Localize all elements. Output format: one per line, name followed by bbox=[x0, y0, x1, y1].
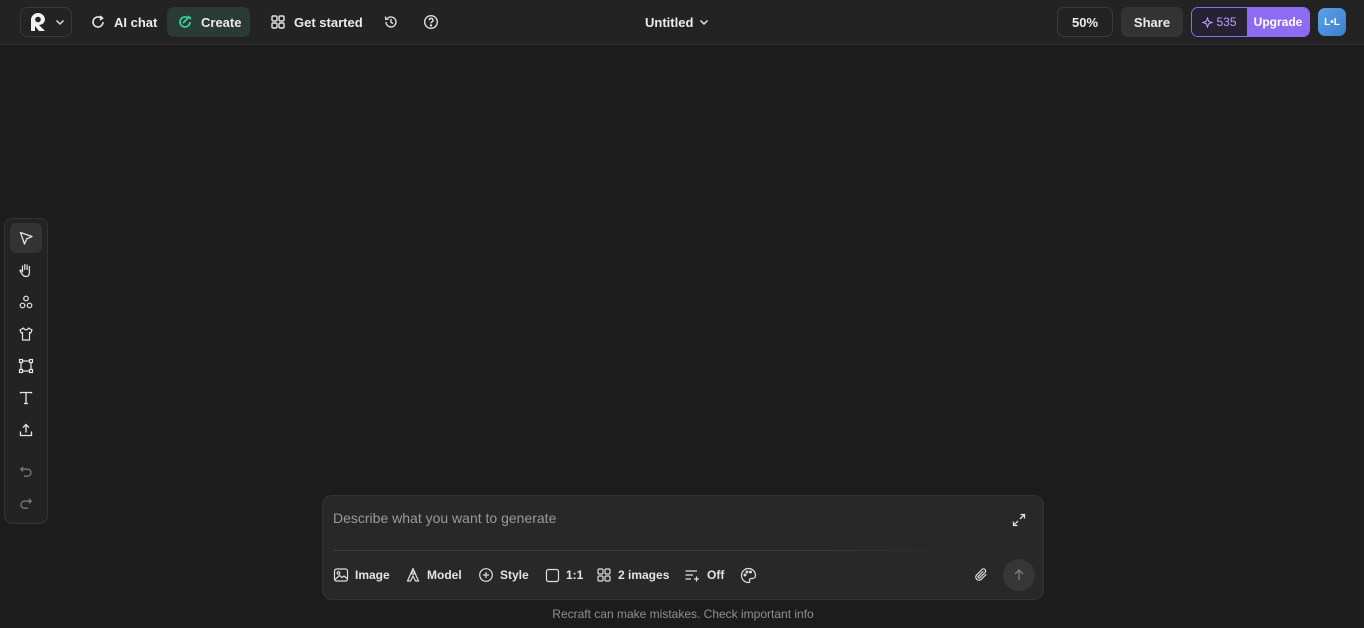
frame-tool[interactable] bbox=[10, 351, 42, 381]
image-count-button[interactable]: 2 images bbox=[596, 566, 669, 584]
redo-icon bbox=[19, 496, 33, 510]
ai-chat-button[interactable]: AI chat bbox=[80, 7, 167, 37]
redo-button[interactable] bbox=[10, 488, 42, 518]
plus-circle-icon bbox=[478, 567, 494, 583]
hand-tool[interactable] bbox=[10, 255, 42, 285]
history-button[interactable] bbox=[378, 9, 404, 35]
prompt-enhance-button[interactable]: Off bbox=[684, 566, 724, 584]
expand-icon bbox=[1011, 512, 1027, 528]
cursor-icon bbox=[18, 230, 34, 246]
logo-menu-button[interactable] bbox=[20, 7, 72, 37]
shapes-icon bbox=[18, 294, 34, 310]
list-add-icon bbox=[684, 567, 701, 583]
document-title-dropdown[interactable]: Untitled bbox=[645, 9, 709, 35]
arrow-up-icon bbox=[1012, 568, 1026, 582]
share-button[interactable]: Share bbox=[1121, 7, 1183, 37]
get-started-label: Get started bbox=[294, 14, 363, 30]
expand-button[interactable] bbox=[1009, 510, 1029, 530]
upload-tool[interactable] bbox=[10, 415, 42, 445]
history-icon bbox=[383, 14, 399, 30]
recraft-logo-icon bbox=[27, 11, 49, 33]
color-palette-button[interactable] bbox=[740, 566, 757, 584]
text-icon bbox=[18, 390, 34, 406]
credits-badge[interactable]: 535 bbox=[1192, 8, 1247, 36]
undo-icon bbox=[19, 464, 33, 478]
prompt-enhance-label: Off bbox=[707, 568, 725, 582]
style-label: Style bbox=[500, 568, 529, 582]
create-icon bbox=[177, 14, 193, 30]
select-tool[interactable] bbox=[10, 223, 42, 253]
model-button[interactable]: Model bbox=[405, 566, 462, 584]
model-label: Model bbox=[427, 568, 462, 582]
help-button[interactable] bbox=[418, 9, 444, 35]
model-icon bbox=[405, 567, 421, 583]
upload-icon bbox=[18, 422, 34, 438]
grid-icon bbox=[270, 14, 286, 30]
palette-icon bbox=[740, 567, 757, 584]
credits-upgrade-group: 535 Upgrade bbox=[1191, 7, 1310, 37]
hand-icon bbox=[18, 262, 34, 278]
create-label: Create bbox=[201, 14, 242, 30]
frame-icon bbox=[18, 358, 34, 374]
shapes-tool[interactable] bbox=[10, 287, 42, 317]
send-button[interactable] bbox=[1003, 559, 1035, 591]
prompt-input[interactable] bbox=[333, 508, 993, 528]
document-title: Untitled bbox=[645, 14, 694, 30]
aspect-ratio-label: 1:1 bbox=[566, 568, 584, 582]
prompt-panel: Image Model Style 1:1 2 images Off bbox=[322, 495, 1044, 600]
grid-icon bbox=[596, 567, 612, 583]
undo-button[interactable] bbox=[10, 456, 42, 486]
square-icon bbox=[545, 568, 560, 583]
paperclip-icon bbox=[973, 567, 989, 583]
upgrade-button[interactable]: Upgrade bbox=[1247, 8, 1309, 36]
image-type-button[interactable]: Image bbox=[333, 566, 390, 584]
left-toolbar bbox=[4, 218, 48, 524]
refresh-chat-icon bbox=[90, 14, 106, 30]
zoom-level-button[interactable]: 50% bbox=[1057, 7, 1113, 37]
chevron-down-icon bbox=[55, 17, 65, 27]
mockup-tool[interactable] bbox=[10, 319, 42, 349]
image-type-label: Image bbox=[355, 568, 390, 582]
tshirt-icon bbox=[18, 326, 34, 342]
aspect-ratio-button[interactable]: 1:1 bbox=[545, 566, 583, 584]
credits-count: 535 bbox=[1216, 15, 1237, 29]
text-tool[interactable] bbox=[10, 383, 42, 413]
image-count-label: 2 images bbox=[618, 568, 670, 582]
attach-button[interactable] bbox=[971, 566, 991, 584]
avatar[interactable]: L•L bbox=[1318, 8, 1346, 36]
style-button[interactable]: Style bbox=[478, 566, 529, 584]
chevron-down-icon bbox=[699, 17, 709, 27]
prompt-divider bbox=[333, 550, 953, 551]
ai-chat-label: AI chat bbox=[114, 14, 158, 30]
sparkle-icon bbox=[1202, 16, 1214, 28]
disclaimer-text: Recraft can make mistakes. Check importa… bbox=[552, 607, 814, 621]
top-bar: AI chat Create Get started Untitled 50% … bbox=[0, 0, 1364, 45]
create-button[interactable]: Create bbox=[167, 7, 250, 37]
help-icon bbox=[423, 14, 439, 30]
image-icon bbox=[333, 567, 349, 583]
get-started-button[interactable]: Get started bbox=[260, 7, 373, 37]
